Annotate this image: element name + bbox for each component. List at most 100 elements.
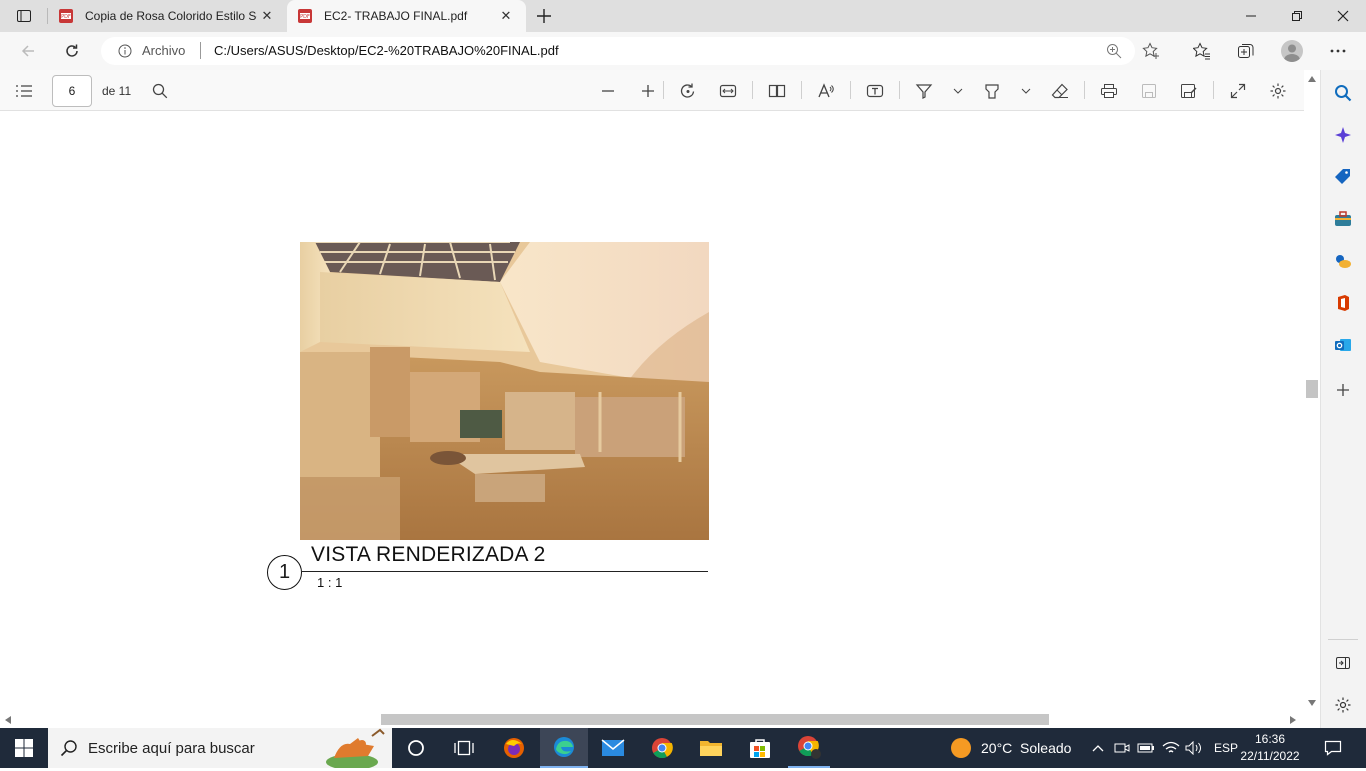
clock[interactable]: 16:36 22/11/2022 — [1240, 731, 1300, 767]
sidebar-shopping-icon[interactable] — [1331, 165, 1355, 189]
tab-actions-icon[interactable] — [10, 2, 38, 30]
add-favorite-icon[interactable] — [1137, 37, 1165, 65]
clock-date: 22/11/2022 — [1240, 749, 1300, 763]
weather-text[interactable]: 20°C Soleado — [981, 740, 1071, 756]
info-icon[interactable] — [118, 44, 132, 58]
close-tab-icon[interactable]: ✕ — [496, 8, 516, 24]
collections-icon[interactable] — [1232, 37, 1260, 65]
tab-ec2-trabajo-final[interactable]: PDF EC2- TRABAJO FINAL.pdf ✕ — [287, 0, 526, 32]
edge-taskbar-icon[interactable] — [540, 728, 588, 768]
toolbar-separator — [801, 81, 802, 99]
security-label[interactable]: Archivo — [142, 43, 185, 58]
chevron-down-icon[interactable] — [1016, 81, 1036, 101]
save-as-icon[interactable] — [1179, 81, 1199, 101]
horizontal-scrollbar[interactable] — [0, 712, 1304, 728]
zoom-in-icon[interactable] — [638, 81, 658, 101]
toolbar-separator — [899, 81, 900, 99]
highlight-icon[interactable] — [982, 81, 1002, 101]
cortana-icon[interactable] — [396, 728, 436, 768]
firefox-icon[interactable] — [494, 728, 534, 768]
task-view-icon[interactable] — [444, 728, 484, 768]
render-image — [300, 242, 709, 540]
save-icon — [1139, 81, 1159, 101]
add-text-icon[interactable] — [865, 81, 885, 101]
page-total: de 11 — [102, 84, 132, 98]
toolbar-separator — [663, 81, 664, 99]
wifi-icon[interactable] — [1161, 728, 1181, 768]
notifications-icon[interactable] — [1318, 728, 1348, 768]
close-tab-icon[interactable]: ✕ — [257, 8, 277, 24]
page-number-input[interactable]: 6 — [52, 75, 92, 107]
restore-icon[interactable] — [1274, 0, 1320, 32]
favorites-icon[interactable] — [1188, 37, 1216, 65]
sidebar-add-icon[interactable] — [1331, 378, 1355, 402]
sidebar-hide-icon[interactable] — [1331, 651, 1355, 675]
sidebar-outlook-icon[interactable] — [1331, 333, 1355, 357]
chrome-icon[interactable] — [641, 728, 683, 768]
search-icon — [60, 740, 77, 757]
drawing-title: VISTA RENDERIZADA 2 — [311, 543, 546, 566]
rotate-icon[interactable] — [678, 81, 698, 101]
vertical-scrollbar[interactable] — [1304, 70, 1320, 712]
zoom-icon[interactable] — [1100, 37, 1128, 65]
fullscreen-icon[interactable] — [1228, 81, 1248, 101]
toolbar-separator — [1213, 81, 1214, 99]
chrome-profile-icon[interactable] — [788, 728, 830, 768]
tab-title: Copia de Rosa Colorido Estilo Se — [85, 9, 257, 23]
sidebar-search-icon[interactable] — [1331, 81, 1355, 105]
sidebar-discover-icon[interactable] — [1331, 123, 1355, 147]
zoom-out-icon[interactable] — [598, 81, 618, 101]
chevron-down-icon[interactable] — [948, 81, 968, 101]
search-placeholder: Escribe aquí para buscar — [88, 739, 255, 757]
tab-copia-rosa[interactable]: PDF Copia de Rosa Colorido Estilo Se ✕ — [48, 0, 286, 32]
print-icon[interactable] — [1099, 81, 1119, 101]
address-divider — [200, 42, 201, 59]
eraser-icon[interactable] — [1050, 81, 1070, 101]
view-number-circle: 1 — [267, 555, 302, 590]
file-explorer-icon[interactable] — [690, 728, 732, 768]
microsoft-store-icon[interactable] — [739, 728, 781, 768]
chevron-up-icon[interactable] — [1089, 728, 1107, 768]
sidebar-games-icon[interactable] — [1331, 249, 1355, 273]
minimize-icon[interactable] — [1228, 0, 1274, 32]
title-underline — [302, 571, 708, 572]
clock-time: 16:36 — [1254, 732, 1286, 746]
drawing-scale: 1 : 1 — [317, 575, 343, 590]
windows-start-icon[interactable] — [0, 728, 48, 768]
sidebar-tools-icon[interactable] — [1331, 207, 1355, 231]
svg-text:PDF: PDF — [300, 14, 310, 20]
toolbar-separator — [1084, 81, 1085, 99]
sidebar-settings-icon[interactable] — [1331, 693, 1355, 717]
volume-icon[interactable] — [1184, 728, 1204, 768]
url-text[interactable]: C:/Users/ASUS/Desktop/EC2-%20TRABAJO%20F… — [214, 43, 559, 58]
toolbar-separator — [850, 81, 851, 99]
horizontal-scroll-thumb[interactable] — [381, 714, 1049, 725]
search-highlight-illustration — [322, 728, 392, 770]
pdf-file-icon: PDF — [59, 9, 73, 23]
back-icon[interactable] — [14, 37, 42, 65]
pdf-settings-icon[interactable] — [1268, 81, 1288, 101]
mail-icon[interactable] — [592, 728, 634, 768]
refresh-icon[interactable] — [58, 37, 86, 65]
new-tab-icon[interactable] — [530, 2, 558, 30]
svg-text:PDF: PDF — [61, 14, 71, 20]
table-of-contents-icon[interactable] — [14, 81, 34, 101]
vertical-scroll-thumb[interactable] — [1306, 380, 1318, 398]
sidebar-divider — [1328, 639, 1358, 640]
search-icon[interactable] — [150, 81, 170, 101]
settings-more-icon[interactable] — [1324, 37, 1352, 65]
battery-icon[interactable] — [1137, 728, 1155, 768]
pdf-file-icon: PDF — [298, 9, 312, 23]
tab-title: EC2- TRABAJO FINAL.pdf — [324, 9, 468, 23]
page-view-icon[interactable] — [767, 81, 787, 101]
weather-sun-icon[interactable] — [948, 728, 974, 768]
fit-to-width-icon[interactable] — [718, 81, 738, 101]
sidebar-office-icon[interactable] — [1331, 291, 1355, 315]
meet-now-icon[interactable] — [1113, 728, 1131, 768]
read-aloud-icon[interactable] — [816, 81, 836, 101]
toolbar-separator — [752, 81, 753, 99]
profile-avatar[interactable] — [1281, 40, 1303, 62]
draw-icon[interactable] — [914, 81, 934, 101]
close-window-icon[interactable] — [1320, 0, 1366, 32]
language-indicator[interactable]: ESP — [1214, 741, 1238, 755]
